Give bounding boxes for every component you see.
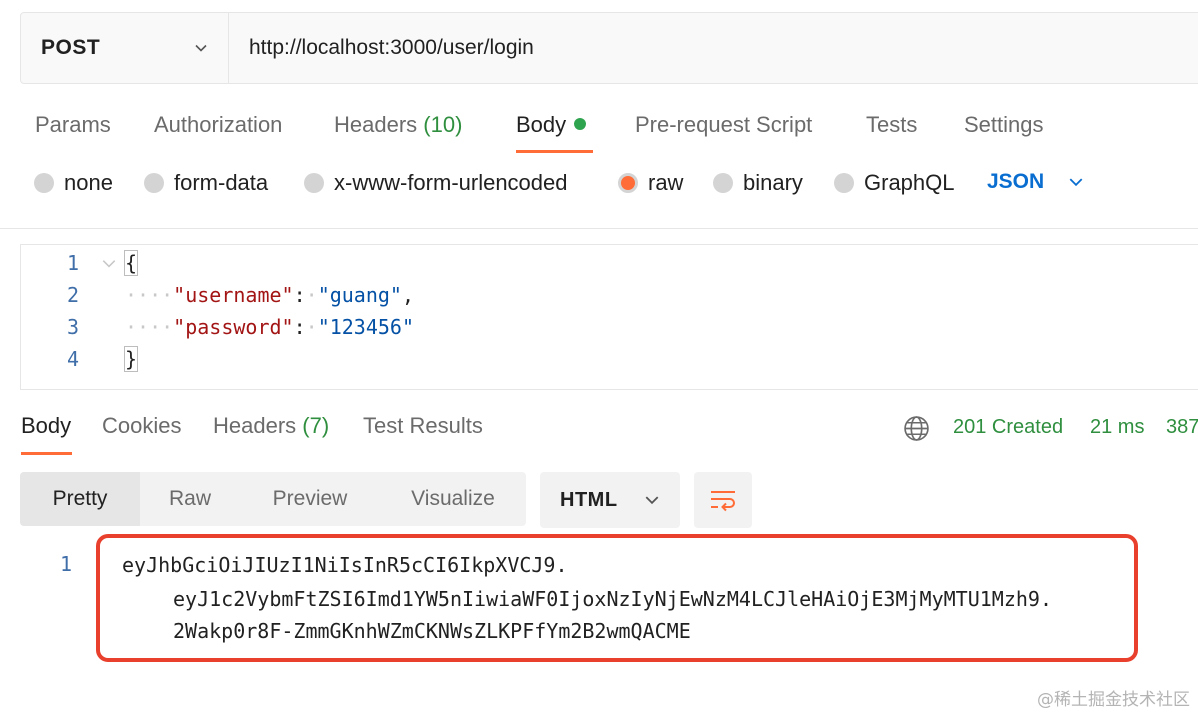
tab-tests[interactable]: Tests — [866, 112, 917, 138]
radio-circle-icon — [34, 173, 54, 193]
response-tab-headers[interactable]: Headers (7) — [213, 413, 329, 439]
radio-circle-icon — [834, 173, 854, 193]
radio-label: form-data — [174, 170, 269, 195]
json-value: "123456" — [317, 315, 415, 339]
body-format-dropdown[interactable]: JSON — [987, 170, 1084, 194]
chevron-down-icon — [645, 496, 659, 505]
open-brace: { — [123, 250, 139, 276]
json-value: "guang" — [317, 283, 402, 307]
editor-line: 1 { — [21, 247, 1198, 279]
method-label: POST — [41, 36, 101, 59]
wrap-lines-button[interactable] — [694, 472, 752, 528]
chevron-down-icon — [195, 44, 207, 52]
tab-label: Settings — [964, 112, 1044, 137]
tab-label: Authorization — [154, 112, 283, 137]
request-body-editor[interactable]: 1 { 2 ····"username":·"guang", 3 ····"pa… — [20, 244, 1198, 390]
view-mode-label: Pretty — [52, 487, 108, 510]
body-format-label: JSON — [987, 170, 1045, 193]
active-tab-underline — [516, 150, 593, 153]
request-url-bar: POST http://localhost:3000/user/login — [20, 12, 1198, 84]
wrap-lines-icon — [711, 491, 735, 512]
json-comma: , — [401, 283, 415, 307]
json-key: "password" — [173, 315, 294, 339]
chevron-down-icon — [1069, 178, 1083, 187]
url-text: http://localhost:3000/user/login — [249, 36, 534, 59]
tab-label: Body — [21, 413, 72, 438]
radio-binary[interactable]: binary — [713, 170, 803, 196]
line-number: 1 — [66, 251, 79, 275]
view-mode-segmented-control: Pretty Raw Preview Visualize — [20, 472, 526, 526]
editor-line: 4 } — [21, 343, 1198, 375]
globe-icon[interactable] — [903, 415, 930, 442]
response-line-number: 1 — [60, 552, 73, 576]
response-tab-test-results[interactable]: Test Results — [363, 413, 483, 439]
radio-circle-icon — [304, 173, 324, 193]
radio-graphql[interactable]: GraphQL — [834, 170, 955, 196]
close-brace: } — [123, 346, 139, 372]
tab-label: Cookies — [102, 413, 182, 438]
divider — [0, 228, 1198, 229]
url-input[interactable]: http://localhost:3000/user/login — [229, 13, 534, 83]
response-format-dropdown[interactable]: HTML — [540, 472, 680, 528]
radio-none[interactable]: none — [34, 170, 113, 196]
radio-form-data[interactable]: form-data — [144, 170, 268, 196]
radio-circle-icon — [713, 173, 733, 193]
radio-label: binary — [743, 170, 803, 195]
tab-authorization[interactable]: Authorization — [154, 112, 282, 138]
body-indicator-dot — [574, 118, 587, 130]
editor-line: 2 ····"username":·"guang", — [21, 279, 1198, 311]
radio-raw[interactable]: raw — [618, 170, 683, 196]
radio-label: x-www-form-urlencoded — [334, 170, 568, 195]
line-number: 4 — [66, 347, 79, 371]
response-tab-body[interactable]: Body — [21, 413, 71, 439]
tab-label: Tests — [866, 112, 918, 137]
view-mode-raw[interactable]: Raw — [140, 472, 240, 526]
radio-circle-icon — [144, 173, 164, 193]
line-number: 2 — [66, 283, 79, 307]
line-number: 3 — [66, 315, 79, 339]
response-tab-cookies[interactable]: Cookies — [102, 413, 181, 439]
radio-label: none — [64, 170, 113, 195]
tab-headers[interactable]: Headers (10) — [334, 112, 462, 138]
response-size[interactable]: 387 — [1166, 416, 1198, 439]
tab-label: Headers — [334, 112, 418, 137]
tab-label: Pre-request Script — [635, 112, 813, 137]
tab-pre-request-script[interactable]: Pre-request Script — [635, 112, 812, 138]
status-code[interactable]: 201 Created — [953, 416, 1063, 439]
tab-body[interactable]: Body — [516, 112, 587, 138]
active-tab-underline — [21, 452, 72, 455]
fold-chevron-icon[interactable] — [101, 255, 117, 271]
editor-line: 3 ····"password":·"123456" — [21, 311, 1198, 343]
response-format-label: HTML — [560, 488, 618, 511]
radio-label: GraphQL — [864, 170, 955, 195]
response-time[interactable]: 21 ms — [1090, 416, 1144, 439]
radio-label: raw — [648, 170, 684, 195]
radio-x-www-form-urlencoded[interactable]: x-www-form-urlencoded — [304, 170, 568, 196]
watermark: @稀土掘金技术社区 — [1037, 690, 1190, 710]
radio-selected-icon — [618, 173, 638, 193]
view-mode-preview[interactable]: Preview — [240, 472, 380, 526]
highlight-box — [96, 534, 1138, 662]
view-mode-label: Raw — [168, 487, 211, 510]
view-mode-visualize[interactable]: Visualize — [380, 472, 526, 526]
tab-settings[interactable]: Settings — [964, 112, 1044, 138]
headers-count: (10) — [423, 112, 463, 137]
view-mode-label: Preview — [272, 487, 348, 510]
json-key: "username" — [173, 283, 294, 307]
view-mode-label: Visualize — [411, 487, 495, 510]
tab-label: Body — [516, 112, 567, 137]
tab-label: Params — [35, 112, 111, 137]
tab-params[interactable]: Params — [35, 112, 111, 138]
tab-label: Headers — [213, 413, 297, 438]
method-selector[interactable]: POST — [21, 13, 229, 83]
tab-label: Test Results — [363, 413, 483, 438]
view-mode-pretty[interactable]: Pretty — [20, 472, 140, 526]
headers-count: (7) — [302, 413, 330, 438]
